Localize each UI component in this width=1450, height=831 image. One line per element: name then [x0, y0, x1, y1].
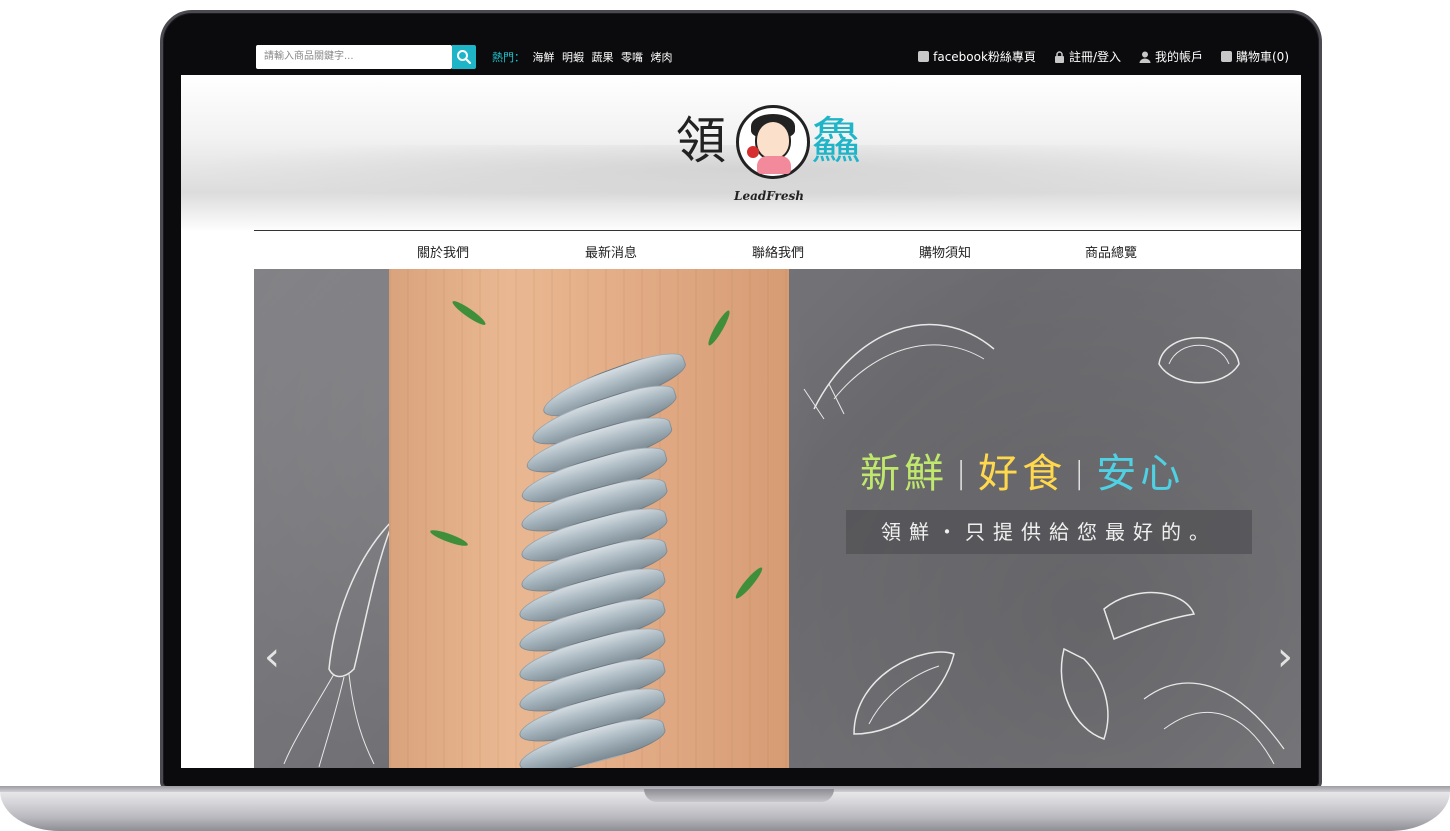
facebook-icon	[918, 51, 930, 62]
logo-right-char: 鱻	[811, 112, 861, 170]
top-links: facebook粉絲專頁 註冊/登入 我的帳戶 購物車(0)	[918, 48, 1289, 65]
tag-good-food: 好食	[978, 451, 1067, 497]
login-link-label: 註冊/登入	[1068, 50, 1121, 64]
grandma-mascot-icon	[736, 105, 810, 179]
search-button[interactable]	[452, 45, 476, 69]
top-bar: 請輸入商品關鍵字... 熱門： 海鮮 明蝦 蔬果 零嘴 烤肉 facebook粉…	[181, 35, 1301, 75]
shrimp-sketch-icon	[803, 323, 995, 420]
nav-item-shopping-guide[interactable]: 購物須知	[919, 242, 971, 261]
account-link[interactable]: 我的帳戶	[1139, 48, 1203, 65]
hero-subtitle: 領鮮・只提供給您最好的。	[846, 510, 1252, 554]
cutting-board	[389, 269, 789, 768]
hero-carousel[interactable]: 新鮮 | 好食 | 安心 領鮮・只提供給您最好的。 ‹ ›	[254, 269, 1301, 768]
laptop-notch	[644, 789, 834, 802]
tag-separator-2: |	[1074, 456, 1089, 491]
hot-link-bbq[interactable]: 烤肉	[651, 51, 673, 64]
lobster-sketch-icon	[1060, 591, 1285, 765]
mussel-sketch-icon	[853, 651, 955, 735]
facebook-link[interactable]: facebook粉絲專頁	[918, 48, 1036, 65]
nav-item-contact[interactable]: 聯絡我們	[752, 242, 804, 261]
hot-link-snacks[interactable]: 零嘴	[621, 51, 643, 64]
tag-fresh: 新鮮	[860, 451, 948, 497]
nav-item-about[interactable]: 關於我們	[417, 242, 469, 261]
screen: 請輸入商品關鍵字... 熱門： 海鮮 明蝦 蔬果 零嘴 烤肉 facebook粉…	[181, 35, 1301, 768]
hero-tagline: 新鮮 | 好食 | 安心	[860, 441, 1184, 499]
facebook-link-label: facebook粉絲專頁	[933, 50, 1036, 64]
nav-item-news[interactable]: 最新消息	[585, 242, 637, 261]
tag-peace-of-mind: 安心	[1096, 451, 1185, 497]
search-input[interactable]: 請輸入商品關鍵字...	[256, 45, 452, 69]
carousel-prev-button[interactable]: ‹	[264, 637, 280, 677]
hot-label: 熱門：	[492, 51, 525, 64]
site-logo[interactable]: 領 鱻 LeadFresh	[676, 105, 896, 215]
carousel-next-button[interactable]: ›	[1277, 637, 1293, 677]
logo-left-char: 領	[676, 112, 726, 170]
user-icon	[1139, 51, 1151, 63]
cart-link-label: 購物車(0)	[1236, 50, 1289, 64]
hot-link-produce[interactable]: 蔬果	[592, 51, 614, 64]
login-link[interactable]: 註冊/登入	[1054, 48, 1121, 65]
hot-keywords: 熱門： 海鮮 明蝦 蔬果 零嘴 烤肉	[492, 49, 677, 65]
logo-subtitle: LeadFresh	[734, 189, 804, 203]
cart-icon	[1221, 51, 1232, 62]
nav-item-products[interactable]: 商品總覽	[1085, 242, 1137, 261]
clam-sketch-icon	[1158, 337, 1240, 384]
cart-link[interactable]: 購物車(0)	[1221, 48, 1289, 65]
hot-link-prawn[interactable]: 明蝦	[562, 51, 584, 64]
account-link-label: 我的帳戶	[1154, 50, 1203, 64]
search-icon	[457, 50, 472, 65]
site-header: 領 鱻 LeadFresh	[181, 75, 1301, 232]
hot-link-seafood[interactable]: 海鮮	[533, 51, 555, 64]
tag-separator-1: |	[956, 456, 971, 491]
lock-icon	[1054, 50, 1064, 63]
main-nav: 關於我們 最新消息 聯絡我們 購物須知 商品總覽	[254, 231, 1301, 269]
